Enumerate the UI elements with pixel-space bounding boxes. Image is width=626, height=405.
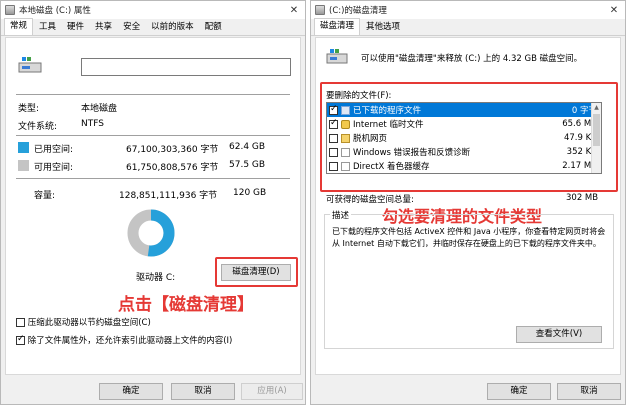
folder-icon — [341, 105, 350, 115]
file-name: Windows 错误报告和反馈诊断 — [353, 148, 471, 158]
drive-icon — [18, 57, 42, 73]
close-icon[interactable]: ✕ — [607, 5, 621, 16]
list-item[interactable]: Internet 临时文件 65.6 MB — [327, 117, 601, 131]
drive-title-icon — [5, 5, 15, 15]
file-name: DirectX 着色器缓存 — [353, 162, 430, 172]
drive-icon — [326, 49, 348, 64]
tab-general[interactable]: 常规 — [4, 18, 34, 35]
divider — [16, 135, 290, 136]
files-to-delete-label: 要删除的文件(F): — [326, 91, 392, 101]
list-item[interactable]: Windows 错误报告和反馈诊断 352 KB — [327, 145, 601, 159]
file-name: Internet 临时文件 — [353, 120, 424, 130]
lock-icon — [341, 119, 350, 129]
used-label: 已用空间: — [34, 145, 74, 155]
list-item[interactable]: 脱机网页 47.9 KB — [327, 131, 601, 145]
cancel-button[interactable]: 取消 — [171, 383, 235, 400]
capacity-label: 容量: — [34, 191, 56, 201]
file-checkbox[interactable] — [329, 104, 338, 115]
index-option-label: 除了文件属性外，还允许索引此驱动器上文件的内容(I) — [27, 336, 233, 346]
tab-previous-versions[interactable]: 以前的版本 — [146, 20, 199, 35]
document-icon — [341, 147, 350, 157]
folder-icon — [341, 133, 350, 143]
ok-button[interactable]: 确定 — [99, 383, 163, 400]
tab-security[interactable]: 安全 — [118, 20, 145, 35]
used-space-swatch — [18, 142, 29, 153]
fs-value: NTFS — [81, 119, 104, 129]
right-titlebar[interactable]: (C:)的磁盘清理 ✕ — [311, 1, 625, 19]
tab-tools[interactable]: 工具 — [34, 20, 61, 35]
apply-button[interactable]: 应用(A) — [241, 383, 303, 400]
cleanup-intro: 可以使用"磁盘清理"来释放 (C:) 上的 4.32 GB 磁盘空间。 — [361, 54, 583, 64]
view-files-button[interactable]: 查看文件(V) — [516, 326, 602, 343]
files-list[interactable]: 已下载的程序文件 0 字节 Internet 临时文件 65.6 MB 脱机网页… — [326, 102, 602, 174]
total-space-value: 302 MB — [566, 193, 599, 203]
divider — [16, 94, 290, 95]
free-space-swatch — [18, 160, 29, 171]
fs-label: 文件系统: — [18, 122, 58, 132]
divider — [16, 178, 290, 179]
drive-properties-window: 本地磁盘 (C:) 属性 ✕ 常规 工具 硬件 共享 安全 以前的版本 配额 类… — [0, 0, 306, 405]
ok-button[interactable]: 确定 — [487, 383, 551, 400]
tab-quota[interactable]: 配额 — [200, 20, 227, 35]
drive-name-input[interactable] — [81, 58, 291, 76]
left-window-title: 本地磁盘 (C:) 属性 — [19, 6, 91, 16]
close-icon[interactable]: ✕ — [287, 5, 301, 16]
left-tab-bar: 常规 工具 硬件 共享 安全 以前的版本 配额 — [1, 18, 305, 36]
tab-sharing[interactable]: 共享 — [90, 20, 117, 35]
file-name: 脱机网页 — [353, 134, 388, 144]
compress-option-label: 压缩此驱动器以节约磁盘空间(C) — [27, 318, 151, 328]
scroll-up-icon[interactable]: ▲ — [592, 103, 601, 113]
general-panel: 类型: 本地磁盘 文件系统: NTFS 已用空间: 67,100,303,360… — [5, 37, 301, 375]
compress-checkbox[interactable] — [16, 318, 25, 327]
description-text: 已下载的程序文件包括 ActiveX 控件和 Java 小程序，你查看特定网页时… — [332, 227, 606, 248]
free-bytes: 61,750,808,576 字节 — [126, 163, 219, 173]
left-titlebar[interactable]: 本地磁盘 (C:) 属性 ✕ — [1, 1, 305, 19]
file-name: 已下载的程序文件 — [353, 106, 422, 116]
used-gb: 62.4 GB — [229, 142, 266, 152]
tab-disk-cleanup[interactable]: 磁盘清理 — [314, 18, 361, 35]
type-value: 本地磁盘 — [81, 104, 118, 114]
index-checkbox[interactable] — [16, 334, 25, 345]
index-option[interactable]: 除了文件属性外，还允许索引此驱动器上文件的内容(I) — [16, 334, 232, 346]
file-checkbox[interactable] — [329, 161, 338, 171]
drive-letter-label: 驱动器 C: — [136, 273, 176, 283]
free-gb: 57.5 GB — [229, 160, 266, 170]
type-label: 类型: — [18, 104, 40, 114]
tab-hardware[interactable]: 硬件 — [62, 20, 89, 35]
free-label: 可用空间: — [34, 163, 74, 173]
compress-option[interactable]: 压缩此驱动器以节约磁盘空间(C) — [16, 316, 151, 328]
scroll-thumb[interactable] — [593, 114, 600, 146]
document-icon — [341, 161, 350, 171]
description-label: 描述 — [330, 209, 352, 221]
list-item[interactable]: DirectX 着色器缓存 2.17 MB — [327, 159, 601, 173]
cancel-button[interactable]: 取消 — [557, 383, 621, 400]
cleanup-panel: 可以使用"磁盘清理"来释放 (C:) 上的 4.32 GB 磁盘空间。 要删除的… — [315, 37, 621, 375]
tab-more-options[interactable]: 其他选项 — [361, 20, 405, 35]
cleanup-annotation: 点击【磁盘清理】 — [118, 295, 254, 315]
capacity-gb: 120 GB — [233, 188, 267, 198]
cleanup-title-icon — [315, 5, 325, 15]
right-window-title: (C:)的磁盘清理 — [329, 6, 387, 16]
usage-donut-chart — [127, 209, 175, 257]
capacity-bytes: 128,851,111,936 字节 — [119, 191, 218, 201]
cleanup-highlight-box — [215, 257, 298, 287]
used-bytes: 67,100,303,360 字节 — [126, 145, 219, 155]
files-scrollbar[interactable]: ▲ — [591, 103, 601, 173]
list-item[interactable]: 已下载的程序文件 0 字节 — [327, 103, 601, 117]
disk-cleanup-window: (C:)的磁盘清理 ✕ 磁盘清理 其他选项 可以使用"磁盘清理"来释放 (C:)… — [310, 0, 626, 405]
file-checkbox[interactable] — [329, 147, 338, 157]
right-tab-bar: 磁盘清理 其他选项 — [311, 18, 625, 36]
file-checkbox[interactable] — [329, 118, 338, 129]
file-checkbox[interactable] — [329, 133, 338, 143]
